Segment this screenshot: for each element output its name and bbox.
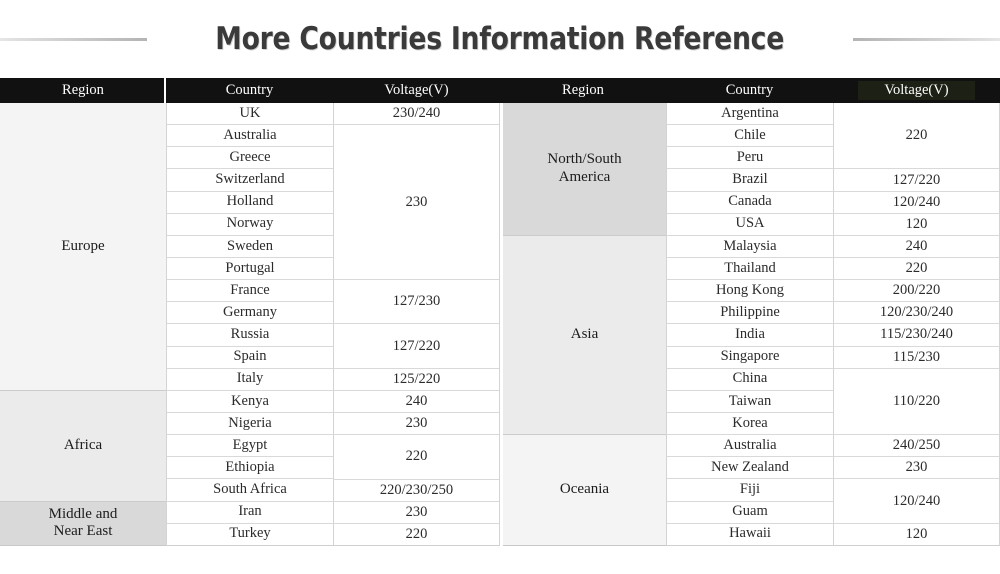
column-header-country-left[interactable]: Country (166, 78, 333, 103)
voltage-column-right: 220 127/220 120/240 120 240 220 200/220 120/230… (833, 103, 1000, 546)
voltage-cell: 127/220 (833, 169, 999, 192)
region-cell: North/South America (503, 103, 666, 236)
country-cell: Taiwan (666, 390, 833, 413)
voltage-cell: 115/230 (833, 346, 999, 369)
region-cell: Africa (0, 390, 166, 502)
voltage-cell: 127/230 (333, 280, 499, 325)
country-cell: USA (666, 213, 833, 236)
voltage-cell: 220/230/250 (333, 479, 499, 502)
column-header-region-left[interactable]: Region (0, 78, 166, 103)
country-cell: Malaysia (666, 235, 833, 258)
region-cell: Middle and Near East (0, 501, 166, 546)
country-cell: Australia (166, 125, 333, 148)
country-cell: Hong Kong (666, 280, 833, 303)
title-band: More Countries Information Reference (0, 0, 1000, 78)
country-cell: Guam (666, 501, 833, 524)
table-header-bar: Region Country Voltage(V) Region Country… (0, 78, 1000, 103)
voltage-cell: 230 (333, 501, 499, 524)
column-header-region-left-label: Region (62, 82, 104, 98)
voltage-cell: 125/220 (333, 368, 499, 391)
country-cell: Kenya (166, 390, 333, 413)
country-cell: Singapore (666, 346, 833, 369)
country-cell: Iran (166, 501, 333, 524)
title-rule-left-decoration (0, 37, 148, 41)
country-cell: Portugal (166, 257, 333, 281)
voltage-cell: 240 (333, 390, 499, 414)
country-cell: Italy (166, 368, 333, 391)
voltage-cell: 120/230/240 (833, 302, 999, 325)
voltage-cell: 230 (833, 457, 999, 480)
voltage-cell: 220 (333, 435, 499, 480)
column-header-voltage-right-label: Voltage(V) (858, 80, 975, 101)
country-cell: Russia (166, 324, 333, 347)
region-cell: Oceania (503, 435, 666, 546)
column-header-country-right[interactable]: Country (666, 78, 833, 103)
column-header-region-right[interactable]: Region (500, 78, 666, 103)
voltage-cell: 120 (833, 213, 999, 236)
country-cell: New Zealand (666, 457, 833, 480)
country-cell: Philippine (666, 302, 833, 325)
country-cell: Chile (666, 125, 833, 148)
voltage-cell: 110/220 (833, 368, 999, 436)
voltage-cell: 127/220 (333, 324, 499, 369)
voltage-cell: 220 (333, 523, 499, 546)
country-cell: Sweden (166, 235, 333, 258)
country-cell: Ethiopia (166, 457, 333, 480)
column-header-region-right-label: Region (562, 82, 604, 98)
column-header-voltage-right[interactable]: Voltage(V) (833, 78, 1000, 103)
voltage-cell: 230 (333, 413, 499, 436)
reference-tables: Europe Africa Middle and Near East UK Austr… (0, 103, 1000, 546)
country-cell: Nigeria (166, 412, 333, 436)
region-column-right: North/South America Asia Oceania (503, 103, 666, 546)
country-cell: Canada (666, 191, 833, 214)
voltage-cell: 240/250 (833, 435, 999, 458)
voltage-cell: 220 (833, 103, 999, 170)
country-cell: Holland (166, 191, 333, 214)
region-column-left: Europe Africa Middle and Near East (0, 103, 166, 546)
country-cell: Thailand (666, 257, 833, 281)
country-cell: Peru (666, 147, 833, 170)
country-cell: UK (166, 103, 333, 126)
voltage-column-left: 230/240 230 127/230 127/220 125/220 240 230 220… (333, 103, 500, 546)
country-cell: Turkey (166, 523, 333, 546)
voltage-cell: 120 (833, 523, 999, 546)
country-cell: Australia (666, 435, 833, 458)
page-title: More Countries Information Reference (215, 20, 785, 57)
voltage-cell: 220 (833, 258, 999, 281)
table-right: North/South America Asia Oceania Argentina… (503, 103, 1000, 546)
country-cell: Norway (166, 213, 333, 236)
country-cell: Germany (166, 302, 333, 325)
region-cell: Asia (503, 235, 666, 436)
country-cell: Fiji (666, 479, 833, 502)
column-header-country-left-label: Country (225, 82, 274, 98)
country-cell: India (666, 324, 833, 347)
country-cell: Hawaii (666, 523, 833, 546)
country-cell: South Africa (166, 479, 333, 502)
country-cell: France (166, 280, 333, 303)
voltage-cell: 115/230/240 (833, 324, 999, 347)
country-cell: Argentina (666, 103, 833, 126)
country-cell: China (666, 368, 833, 391)
country-cell: Switzerland (166, 169, 333, 192)
country-cell: Greece (166, 147, 333, 170)
table-left: Europe Africa Middle and Near East UK Austr… (0, 103, 500, 546)
country-column-left: UK Australia Greece Switzerland Holland Norwa… (166, 103, 333, 546)
column-header-voltage-left-label: Voltage(V) (384, 82, 449, 98)
voltage-cell: 200/220 (833, 280, 999, 303)
title-rule-right-decoration (852, 37, 1000, 41)
country-column-right: Argentina Chile Peru Brazil Canada USA Malaysi… (666, 103, 833, 546)
voltage-cell: 230/240 (333, 103, 499, 126)
voltage-cell: 120/240 (833, 479, 999, 524)
voltage-cell: 120/240 (833, 191, 999, 214)
region-cell: Europe (0, 103, 166, 391)
country-cell: Brazil (666, 169, 833, 192)
country-cell: Korea (666, 412, 833, 436)
voltage-cell: 230 (333, 125, 499, 281)
column-header-voltage-left[interactable]: Voltage(V) (333, 78, 500, 103)
column-header-country-right-label: Country (725, 82, 774, 98)
country-cell: Spain (166, 346, 333, 369)
voltage-cell: 240 (833, 235, 999, 258)
country-cell: Egypt (166, 435, 333, 458)
